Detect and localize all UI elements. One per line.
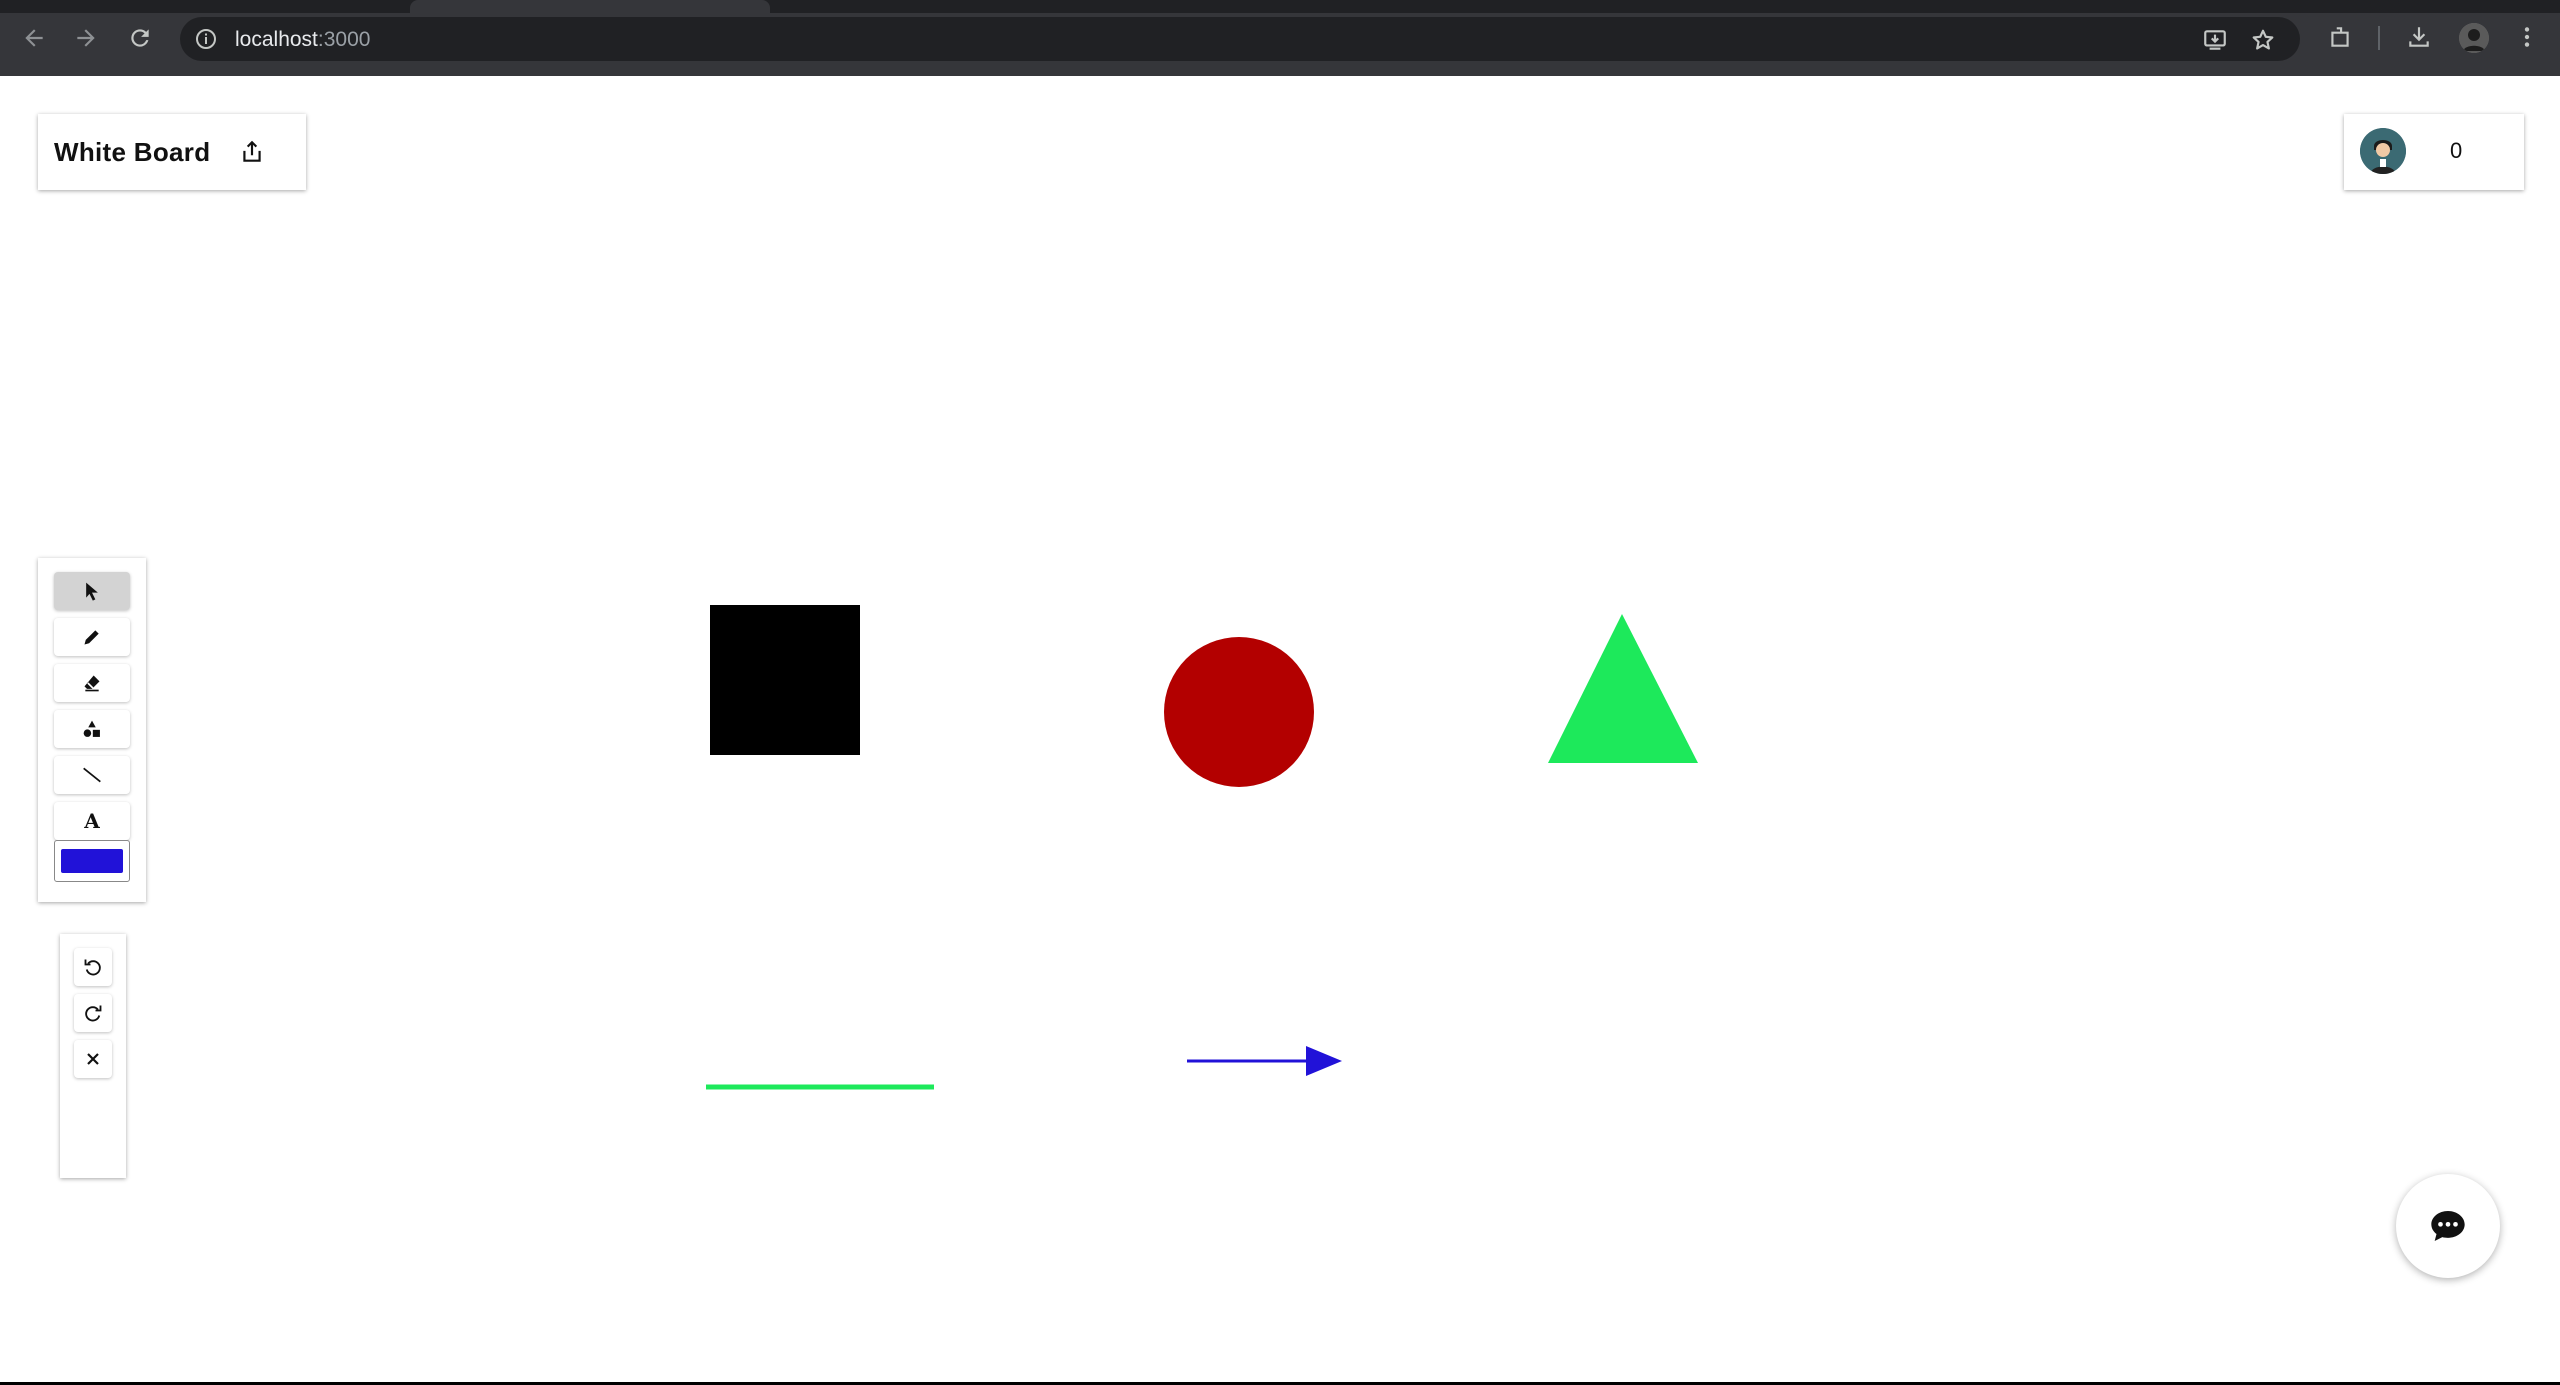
eraser-icon: [84, 675, 100, 692]
black-square-shape[interactable]: [710, 605, 860, 755]
redo-button[interactable]: [74, 994, 112, 1032]
reload-icon: [131, 29, 149, 47]
tool-shapes[interactable]: [54, 710, 130, 748]
whiteboard-page: White Board 0 A: [0, 76, 2560, 1382]
chat-icon: [2431, 1211, 2465, 1241]
history-panel: [60, 934, 126, 1178]
url-host: localhost: [235, 28, 318, 51]
redo-icon: [85, 1005, 102, 1022]
forward-button[interactable]: [68, 20, 104, 56]
chat-button[interactable]: [2396, 1174, 2500, 1278]
reload-button[interactable]: [122, 20, 158, 56]
arrow-right-icon: [77, 29, 95, 47]
tool-eraser[interactable]: [54, 664, 130, 702]
tool-pencil[interactable]: [54, 618, 130, 656]
download-icon[interactable]: [2404, 22, 2434, 52]
clear-button[interactable]: [74, 1040, 112, 1078]
back-button[interactable]: [16, 20, 52, 56]
user-count: 0: [2450, 138, 2463, 163]
info-icon[interactable]: [194, 27, 218, 51]
line-icon: [83, 767, 101, 783]
color-picker-swatch: [61, 849, 123, 873]
tools-panel: A: [38, 558, 146, 902]
url-text[interactable]: localhost:3000: [235, 28, 370, 52]
color-picker[interactable]: [54, 840, 130, 882]
green-triangle-shape[interactable]: [1548, 614, 1698, 763]
tab-strip: [0, 0, 2560, 13]
users-panel: 0: [2344, 114, 2524, 190]
undo-icon: [84, 959, 101, 976]
active-tab[interactable]: [410, 0, 770, 13]
pencil-icon: [84, 630, 99, 645]
user-avatar[interactable]: [2360, 128, 2406, 174]
menu-icon[interactable]: [2512, 22, 2542, 52]
undo-button[interactable]: [74, 948, 112, 986]
text-tool-label: A: [84, 809, 100, 833]
browser-toolbar: localhost:3000: [0, 0, 2560, 76]
share-icon: [243, 140, 262, 162]
blue-arrow-shape[interactable]: [1187, 1046, 1342, 1076]
tool-select[interactable]: [54, 572, 130, 610]
board-header: White Board: [38, 114, 306, 190]
tool-line[interactable]: [54, 756, 130, 794]
toolbar-divider: [2378, 26, 2380, 50]
arrow-left-icon: [25, 29, 43, 47]
shapes-icon: [83, 720, 100, 737]
extensions-icon[interactable]: [2325, 22, 2355, 52]
tool-text[interactable]: A: [54, 802, 130, 840]
url-port: :3000: [317, 28, 371, 51]
profile-avatar[interactable]: [2459, 23, 2489, 53]
red-circle-shape[interactable]: [1164, 637, 1314, 787]
page-title: White Board: [54, 136, 211, 167]
address-bar[interactable]: localhost:3000: [180, 17, 2300, 61]
star-icon[interactable]: [2250, 27, 2276, 53]
cursor-icon: [86, 582, 98, 601]
install-app-icon[interactable]: [2202, 27, 2228, 53]
drawing-canvas[interactable]: [0, 76, 2560, 1382]
close-icon: [87, 1053, 99, 1065]
share-button[interactable]: [238, 138, 266, 166]
